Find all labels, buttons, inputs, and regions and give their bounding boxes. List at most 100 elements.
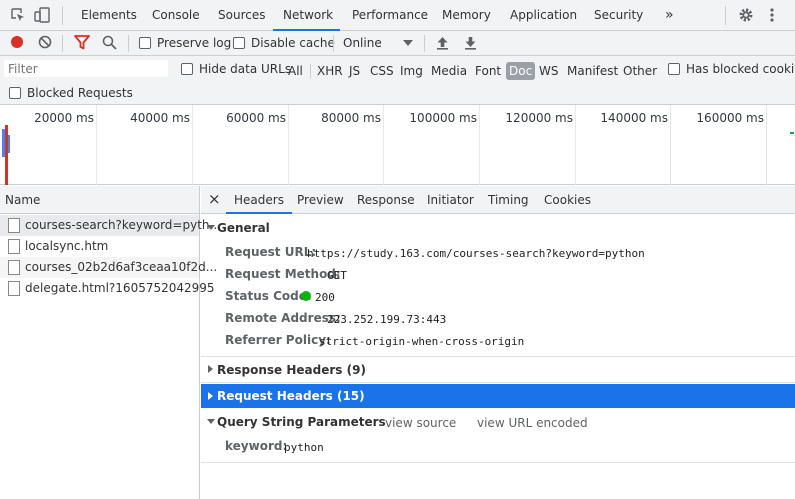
document-icon bbox=[8, 260, 20, 275]
request-headers-section[interactable]: Request Headers (15) bbox=[201, 384, 795, 408]
document-icon bbox=[8, 239, 20, 254]
name-column-label: Name bbox=[5, 193, 41, 207]
request-row[interactable]: localsync.htm bbox=[0, 236, 199, 257]
filter-type-css[interactable]: CSS bbox=[367, 62, 397, 80]
referrer-policy-value: strict-origin-when-cross-origin bbox=[319, 335, 525, 348]
status-code-label: Status Code: bbox=[225, 289, 312, 303]
request-method-label: Request Method: bbox=[225, 267, 341, 281]
hide-data-urls-checkbox[interactable] bbox=[181, 63, 193, 75]
response-headers-title: Response Headers (9) bbox=[217, 363, 366, 377]
network-toolbar: Preserve log Disable cache Online bbox=[0, 31, 795, 56]
filter-type-manifest[interactable]: Manifest bbox=[564, 62, 621, 80]
tab-memory[interactable]: Memory bbox=[442, 0, 491, 31]
tab-headers[interactable]: Headers bbox=[226, 186, 292, 214]
overview-tick-label: 160000 ms bbox=[696, 111, 764, 125]
divider bbox=[62, 35, 63, 52]
tab-security[interactable]: Security bbox=[594, 0, 643, 31]
filter-type-ws[interactable]: WS bbox=[536, 62, 561, 80]
dropdown-arrow-icon[interactable] bbox=[403, 40, 413, 47]
tab-console[interactable]: Console bbox=[152, 0, 200, 31]
clear-icon[interactable] bbox=[38, 35, 52, 49]
divider bbox=[310, 64, 311, 78]
overview-tick-label: 20000 ms bbox=[34, 111, 94, 125]
overview-gridline bbox=[479, 105, 480, 185]
overview-request-bar bbox=[5, 125, 8, 185]
divider bbox=[62, 6, 63, 25]
overview-tick-label: 40000 ms bbox=[130, 111, 190, 125]
request-name: courses_02b2d6af3ceaa10f2d... bbox=[25, 260, 218, 274]
query-param-label: keyword: bbox=[225, 439, 288, 453]
preserve-log-checkbox[interactable] bbox=[139, 37, 151, 49]
collapse-arrow-icon bbox=[207, 225, 215, 230]
tab-preview[interactable]: Preview bbox=[297, 193, 344, 207]
tab-response[interactable]: Response bbox=[357, 193, 415, 207]
tab-cookies[interactable]: Cookies bbox=[544, 193, 591, 207]
tab-initiator[interactable]: Initiator bbox=[427, 193, 474, 207]
search-icon[interactable] bbox=[102, 35, 117, 50]
general-section-header[interactable]: General bbox=[201, 219, 795, 237]
request-row[interactable]: delegate.html?1605752042995 bbox=[0, 278, 215, 299]
expand-arrow-icon bbox=[208, 392, 213, 400]
tab-network[interactable]: Network bbox=[273, 0, 340, 31]
collapse-arrow-icon bbox=[207, 419, 215, 424]
filter-type-xhr[interactable]: XHR bbox=[314, 62, 346, 80]
inspect-element-icon[interactable] bbox=[10, 7, 26, 23]
disable-cache-label: Disable cache bbox=[251, 36, 335, 50]
filter-type-doc[interactable]: Doc bbox=[506, 62, 536, 80]
blocked-requests-checkbox[interactable] bbox=[9, 87, 21, 99]
throttling-select[interactable]: Online bbox=[343, 36, 382, 50]
has-blocked-cookies-checkbox[interactable] bbox=[668, 63, 680, 75]
query-params-section-header[interactable]: Query String Parameters view source view… bbox=[201, 412, 795, 432]
filter-type-font[interactable]: Font bbox=[472, 62, 504, 80]
disable-cache-checkbox[interactable] bbox=[233, 37, 245, 49]
filter-type-other[interactable]: Other bbox=[620, 62, 660, 80]
filter-type-media[interactable]: Media bbox=[428, 62, 470, 80]
tab-application[interactable]: Application bbox=[510, 0, 577, 31]
request-row-selected[interactable]: courses-search?keyword=pyth... bbox=[0, 215, 221, 236]
import-har-icon[interactable] bbox=[436, 35, 449, 50]
divider bbox=[201, 382, 795, 383]
view-url-encoded-link[interactable]: view URL encoded bbox=[477, 416, 588, 430]
response-headers-section[interactable]: Response Headers (9) bbox=[201, 360, 795, 380]
tab-timing[interactable]: Timing bbox=[488, 193, 529, 207]
query-param-value: python bbox=[284, 441, 324, 454]
name-column-header[interactable]: Name bbox=[0, 186, 199, 214]
gear-icon[interactable] bbox=[738, 7, 754, 23]
filter-icon[interactable] bbox=[74, 35, 90, 50]
query-params-title: Query String Parameters bbox=[217, 415, 386, 429]
overview-tick-label: 140000 ms bbox=[600, 111, 668, 125]
tab-elements[interactable]: Elements bbox=[81, 0, 137, 31]
filter-input[interactable] bbox=[4, 60, 168, 77]
hide-data-urls-label: Hide data URLs bbox=[199, 62, 292, 76]
view-source-link[interactable]: view source bbox=[385, 416, 456, 430]
request-headers-title: Request Headers (15) bbox=[217, 389, 365, 403]
request-details: × Headers Preview Response Initiator Tim… bbox=[201, 186, 795, 499]
tab-sources[interactable]: Sources bbox=[218, 0, 265, 31]
overview-gridline bbox=[96, 105, 97, 185]
more-tabs-icon[interactable]: » bbox=[665, 0, 674, 31]
request-name: delegate.html?1605752042995 bbox=[25, 281, 215, 295]
more-options-icon[interactable] bbox=[768, 7, 776, 23]
request-url-value: https://study.163.com/courses-search?key… bbox=[307, 247, 645, 260]
filter-type-img[interactable]: Img bbox=[397, 62, 426, 80]
divider bbox=[201, 462, 795, 463]
request-row[interactable]: courses_02b2d6af3ceaa10f2d... bbox=[0, 257, 217, 278]
close-icon[interactable]: × bbox=[208, 190, 221, 208]
filter-type-js[interactable]: JS bbox=[346, 62, 363, 80]
device-toolbar-icon[interactable] bbox=[34, 7, 52, 23]
expand-arrow-icon bbox=[208, 365, 213, 373]
divider bbox=[128, 35, 129, 52]
divider bbox=[333, 35, 334, 52]
overview-request-bar bbox=[2, 129, 5, 157]
overview-tick-label: 80000 ms bbox=[321, 111, 381, 125]
filter-type-all[interactable]: All bbox=[285, 62, 306, 80]
preserve-log-label: Preserve log bbox=[157, 36, 232, 50]
record-icon[interactable] bbox=[10, 35, 24, 49]
tab-performance[interactable]: Performance bbox=[352, 0, 428, 31]
request-url-label: Request URL: bbox=[225, 245, 317, 259]
overview-request-bar bbox=[790, 132, 794, 134]
export-har-icon[interactable] bbox=[464, 35, 477, 50]
divider bbox=[424, 35, 425, 52]
network-overview[interactable]: 20000 ms 40000 ms 60000 ms 80000 ms 1000… bbox=[0, 105, 795, 185]
has-blocked-cookies-label: Has blocked cookies bbox=[686, 62, 795, 76]
